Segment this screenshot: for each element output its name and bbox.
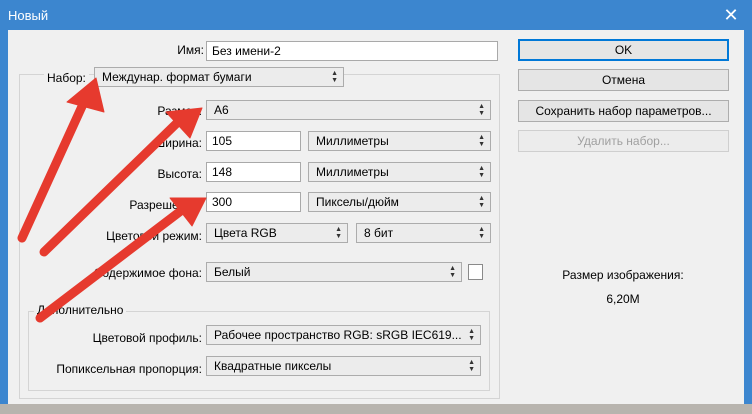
color-profile-select[interactable]: Рабочее пространство RGB: sRGB IEC619...… (206, 325, 481, 345)
delete-preset-button: Удалить набор... (518, 130, 729, 152)
name-label: Имя: (177, 43, 204, 57)
updown-arrow-icon: ▲ ▼ (331, 70, 338, 84)
background-color-swatch[interactable] (468, 264, 483, 280)
background-strip (0, 404, 752, 414)
advanced-title: Дополнительно (34, 303, 127, 317)
color-mode-select[interactable]: Цвета RGB ▲ ▼ (206, 223, 348, 243)
updown-arrow-icon: ▲ ▼ (478, 103, 485, 117)
save-preset-button[interactable]: Сохранить набор параметров... (518, 100, 729, 122)
updown-arrow-icon: ▲ ▼ (478, 226, 485, 240)
color-profile-label: Цветовой профиль: (92, 331, 202, 345)
advanced-group (28, 311, 490, 391)
updown-arrow-icon: ▲ ▼ (478, 165, 485, 179)
cancel-button[interactable]: Отмена (518, 69, 729, 91)
resolution-unit-select[interactable]: Пикселы/дюйм ▲ ▼ (308, 192, 491, 212)
resolution-label: Разрешение: (129, 198, 202, 212)
width-label: Ширина: (154, 136, 202, 150)
width-input[interactable]: 105 (206, 131, 301, 151)
dialog-body: Имя: Без имени-2 Набор: Междунар. формат… (8, 30, 744, 404)
updown-arrow-icon: ▲ ▼ (468, 328, 475, 342)
height-unit-select[interactable]: Миллиметры ▲ ▼ (308, 162, 491, 182)
width-unit-select[interactable]: Миллиметры ▲ ▼ (308, 131, 491, 151)
preset-label: Набор: (44, 71, 89, 85)
updown-arrow-icon: ▲ ▼ (468, 359, 475, 373)
pixel-aspect-label: Попиксельная пропорция: (56, 362, 202, 376)
dialog-title: Новый (8, 8, 49, 23)
close-icon[interactable]: ✕ (720, 4, 742, 26)
size-select[interactable]: A6 ▲ ▼ (206, 100, 491, 120)
updown-arrow-icon: ▲ ▼ (335, 226, 342, 240)
background-select[interactable]: Белый ▲ ▼ (206, 262, 462, 282)
background-label: Содержимое фона: (93, 266, 202, 280)
updown-arrow-icon: ▲ ▼ (478, 134, 485, 148)
image-size-label: Размер изображения: (562, 268, 684, 282)
image-size-value: 6,20M (606, 292, 640, 306)
preset-select[interactable]: Междунар. формат бумаги ▲ ▼ (94, 67, 344, 87)
color-mode-label: Цветовой режим: (106, 229, 202, 243)
dialog-window: Новый ✕ Имя: Без имени-2 Набор: Междунар… (0, 0, 752, 414)
size-label: Размер: (157, 104, 202, 118)
title-bar: Новый ✕ (0, 0, 752, 30)
height-input[interactable]: 148 (206, 162, 301, 182)
name-input[interactable]: Без имени-2 (206, 41, 498, 61)
ok-button[interactable]: OK (518, 39, 729, 61)
updown-arrow-icon: ▲ ▼ (449, 265, 456, 279)
pixel-aspect-select[interactable]: Квадратные пикселы ▲ ▼ (206, 356, 481, 376)
bit-depth-select[interactable]: 8 бит ▲ ▼ (356, 223, 491, 243)
updown-arrow-icon: ▲ ▼ (478, 195, 485, 209)
height-label: Высота: (157, 167, 202, 181)
resolution-input[interactable]: 300 (206, 192, 301, 212)
